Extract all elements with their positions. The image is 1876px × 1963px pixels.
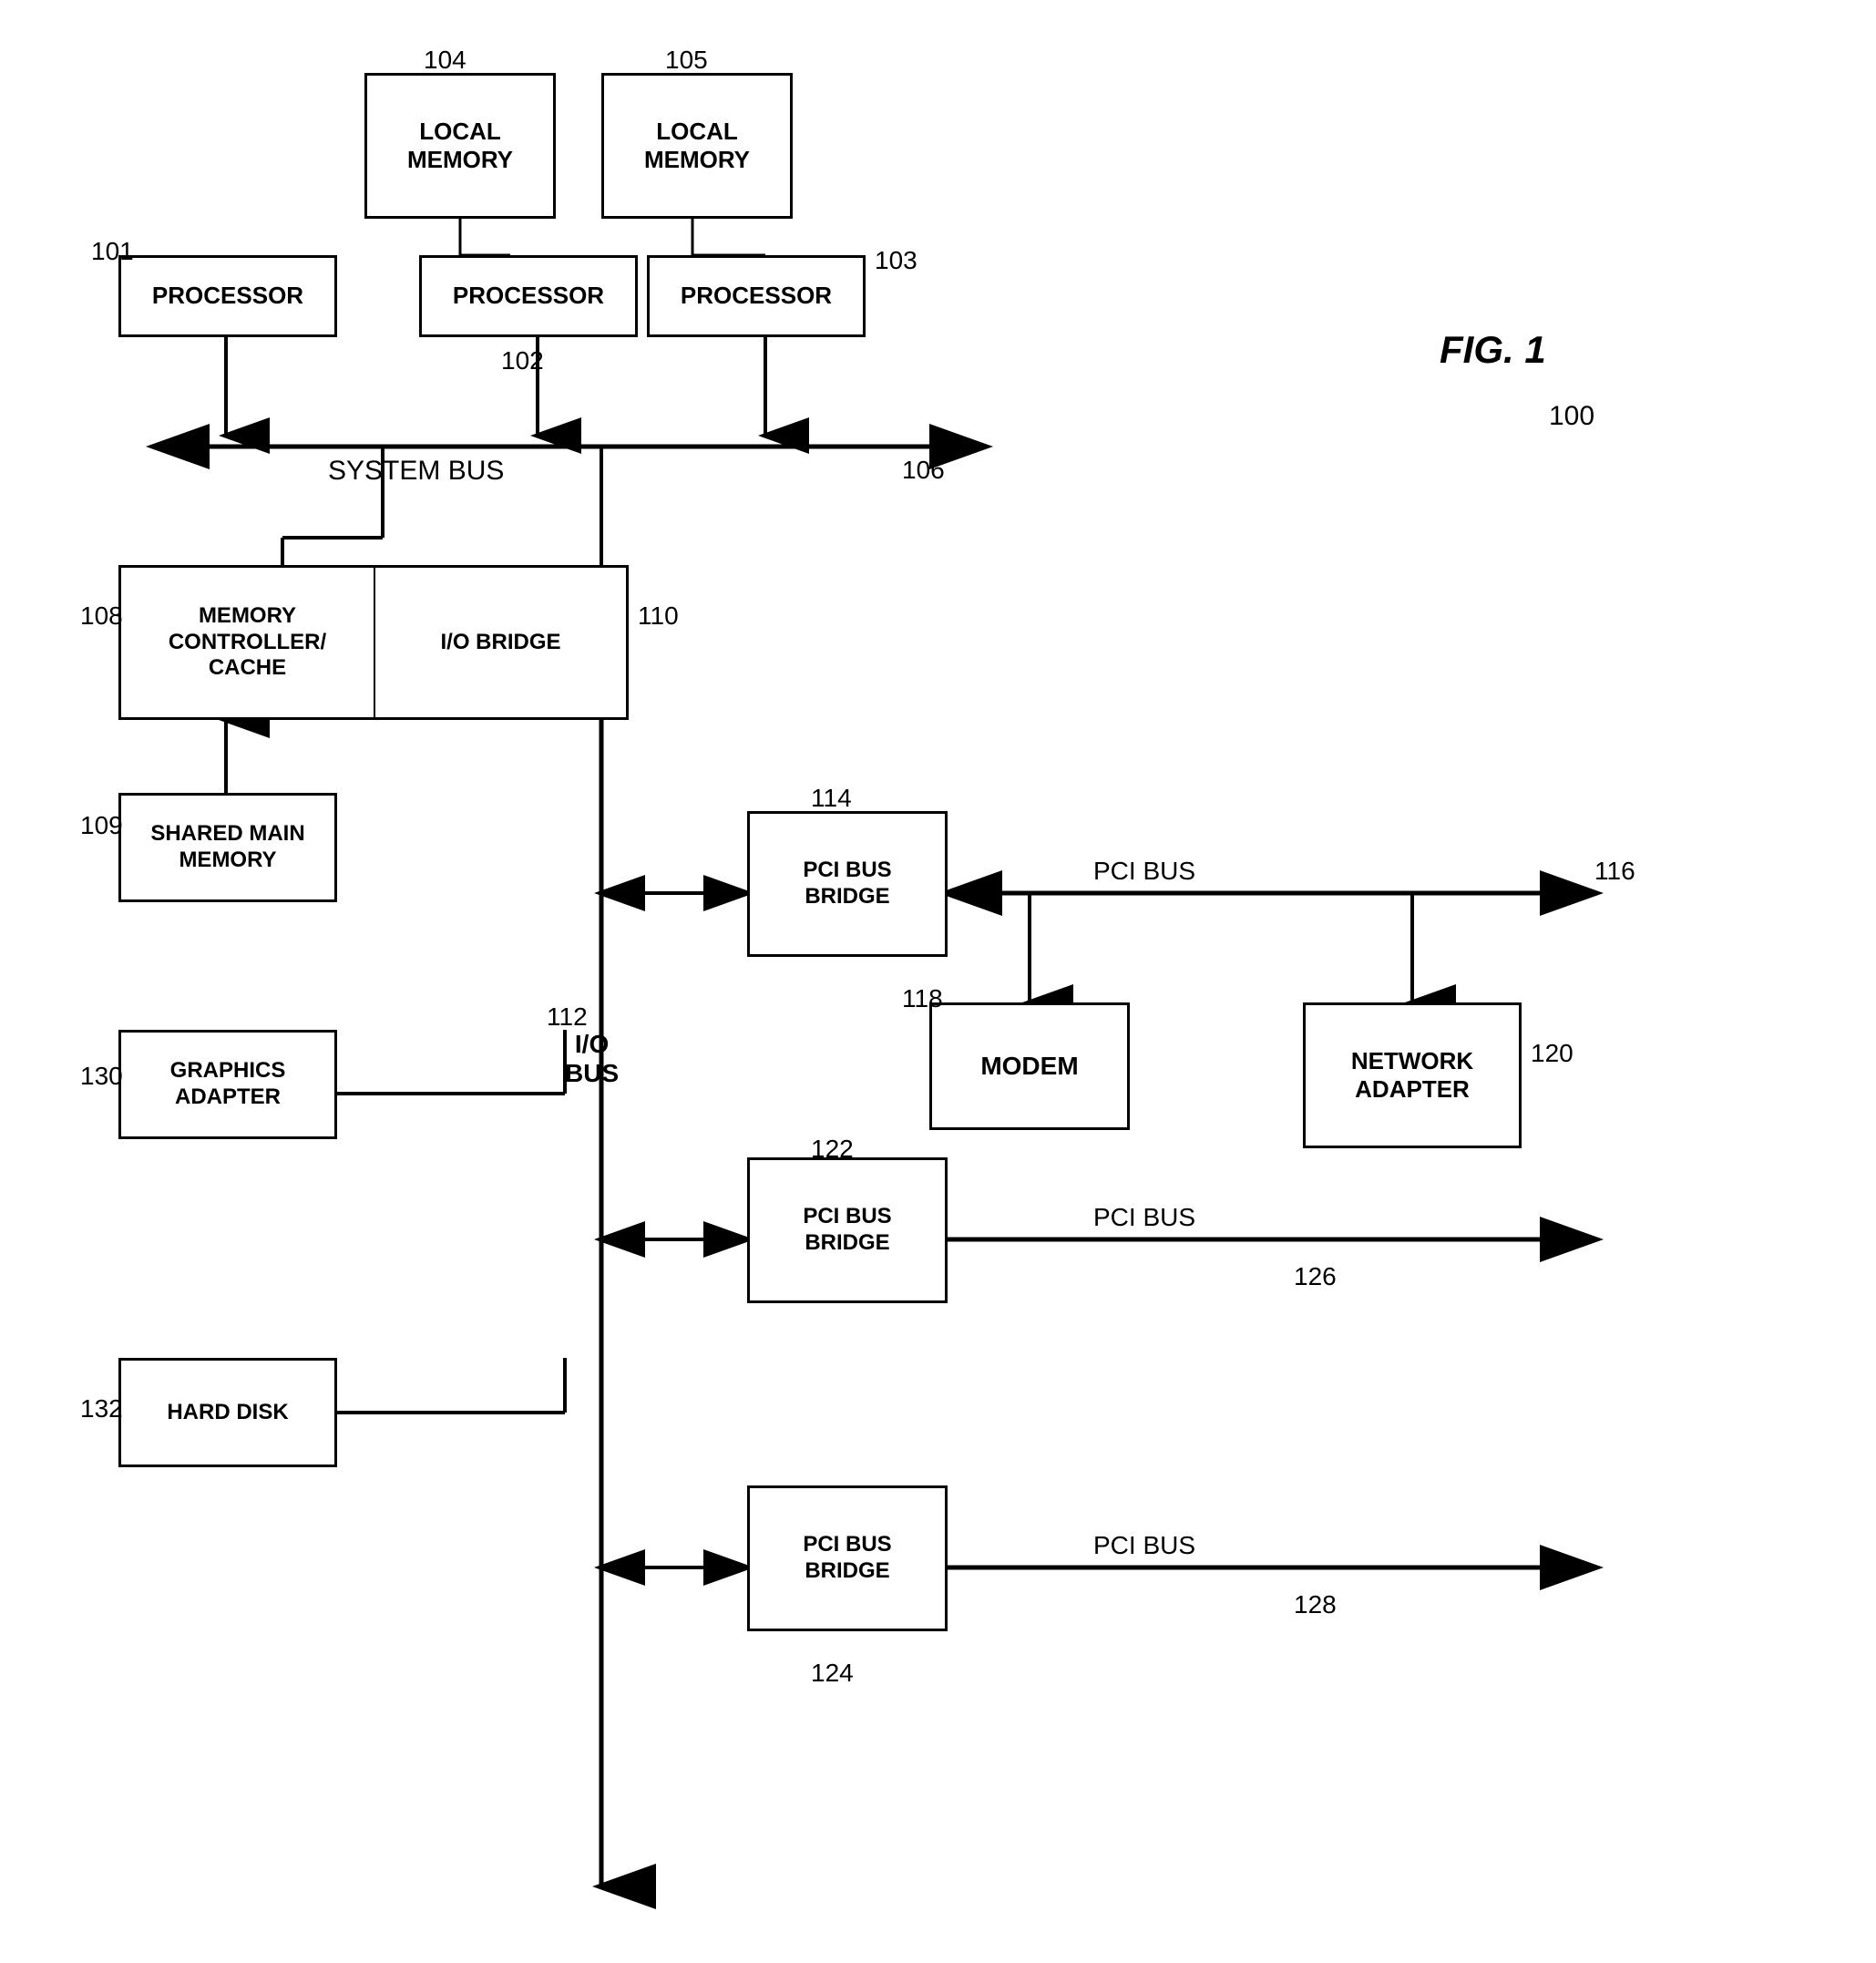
memory-controller-box: MEMORY CONTROLLER/ CACHE (118, 565, 374, 720)
ref-120: 120 (1531, 1039, 1574, 1068)
io-bus-label: I/O BUS (565, 1030, 619, 1088)
ref-116: 116 (1594, 857, 1635, 886)
ref-101: 101 (91, 237, 134, 266)
ref-130: 130 (80, 1062, 123, 1091)
pci-bus-116-label: PCI BUS (1093, 857, 1195, 886)
ref-109: 109 (80, 811, 123, 840)
hard-disk-label: HARD DISK (167, 1400, 288, 1426)
pci-bus-bridge-122-label: PCI BUS BRIDGE (803, 1204, 891, 1257)
shared-main-memory-label: SHARED MAIN MEMORY (150, 821, 304, 874)
ref-112: 112 (547, 1002, 588, 1032)
pci-bus-bridge-114-box: PCI BUS BRIDGE (747, 811, 948, 957)
io-bridge-box: I/O BRIDGE (374, 565, 629, 720)
ref-124: 124 (811, 1659, 854, 1688)
ref-114: 114 (811, 784, 852, 813)
pci-bus-126-label: PCI BUS (1093, 1203, 1195, 1232)
ref-105: 105 (665, 46, 708, 75)
shared-main-memory-box: SHARED MAIN MEMORY (118, 793, 337, 902)
ref-126: 126 (1294, 1262, 1337, 1291)
hard-disk-box: HARD DISK (118, 1358, 337, 1467)
ref-103: 103 (875, 246, 917, 275)
pci-bus-bridge-128-box: PCI BUS BRIDGE (747, 1485, 948, 1631)
modem-box: MODEM (929, 1002, 1130, 1130)
ref-128: 128 (1294, 1590, 1337, 1619)
processor-102-label: PROCESSOR (453, 282, 604, 310)
memory-controller-label: MEMORY CONTROLLER/ CACHE (169, 603, 326, 682)
pci-bus-bridge-114-label: PCI BUS BRIDGE (803, 858, 891, 910)
local-memory-105-label: LOCAL MEMORY (644, 118, 750, 174)
ref-100: 100 (1549, 401, 1594, 432)
network-adapter-box: NETWORK ADAPTER (1303, 1002, 1522, 1148)
diagram-container: FIG. 1 100 PROCESSOR 101 PROCESSOR 102 P… (0, 0, 1876, 1963)
processor-101-label: PROCESSOR (152, 282, 303, 310)
ref-108: 108 (80, 601, 123, 631)
graphics-adapter-box: GRAPHICS ADAPTER (118, 1030, 337, 1139)
ref-110: 110 (638, 601, 679, 631)
modem-label: MODEM (980, 1051, 1078, 1082)
pci-bus-bridge-128-label: PCI BUS BRIDGE (803, 1532, 891, 1585)
local-memory-104-box: LOCAL MEMORY (364, 73, 556, 219)
ref-102: 102 (501, 346, 544, 375)
pci-bus-128-label: PCI BUS (1093, 1531, 1195, 1560)
ref-106: 106 (902, 456, 945, 485)
processor-103-box: PROCESSOR (647, 255, 866, 337)
processor-101-box: PROCESSOR (118, 255, 337, 337)
pci-bus-bridge-122-box: PCI BUS BRIDGE (747, 1157, 948, 1303)
ref-118: 118 (902, 984, 943, 1013)
network-adapter-label: NETWORK ADAPTER (1351, 1047, 1473, 1104)
local-memory-104-label: LOCAL MEMORY (407, 118, 513, 174)
local-memory-105-box: LOCAL MEMORY (601, 73, 793, 219)
ref-104: 104 (424, 46, 466, 75)
graphics-adapter-label: GRAPHICS ADAPTER (170, 1058, 286, 1111)
processor-102-box: PROCESSOR (419, 255, 638, 337)
processor-103-label: PROCESSOR (681, 282, 832, 310)
ref-122: 122 (811, 1135, 854, 1164)
system-bus-label: SYSTEM BUS (328, 456, 504, 487)
figure-label: FIG. 1 (1440, 328, 1546, 372)
ref-132: 132 (80, 1394, 123, 1423)
io-bridge-label: I/O BRIDGE (440, 630, 560, 656)
